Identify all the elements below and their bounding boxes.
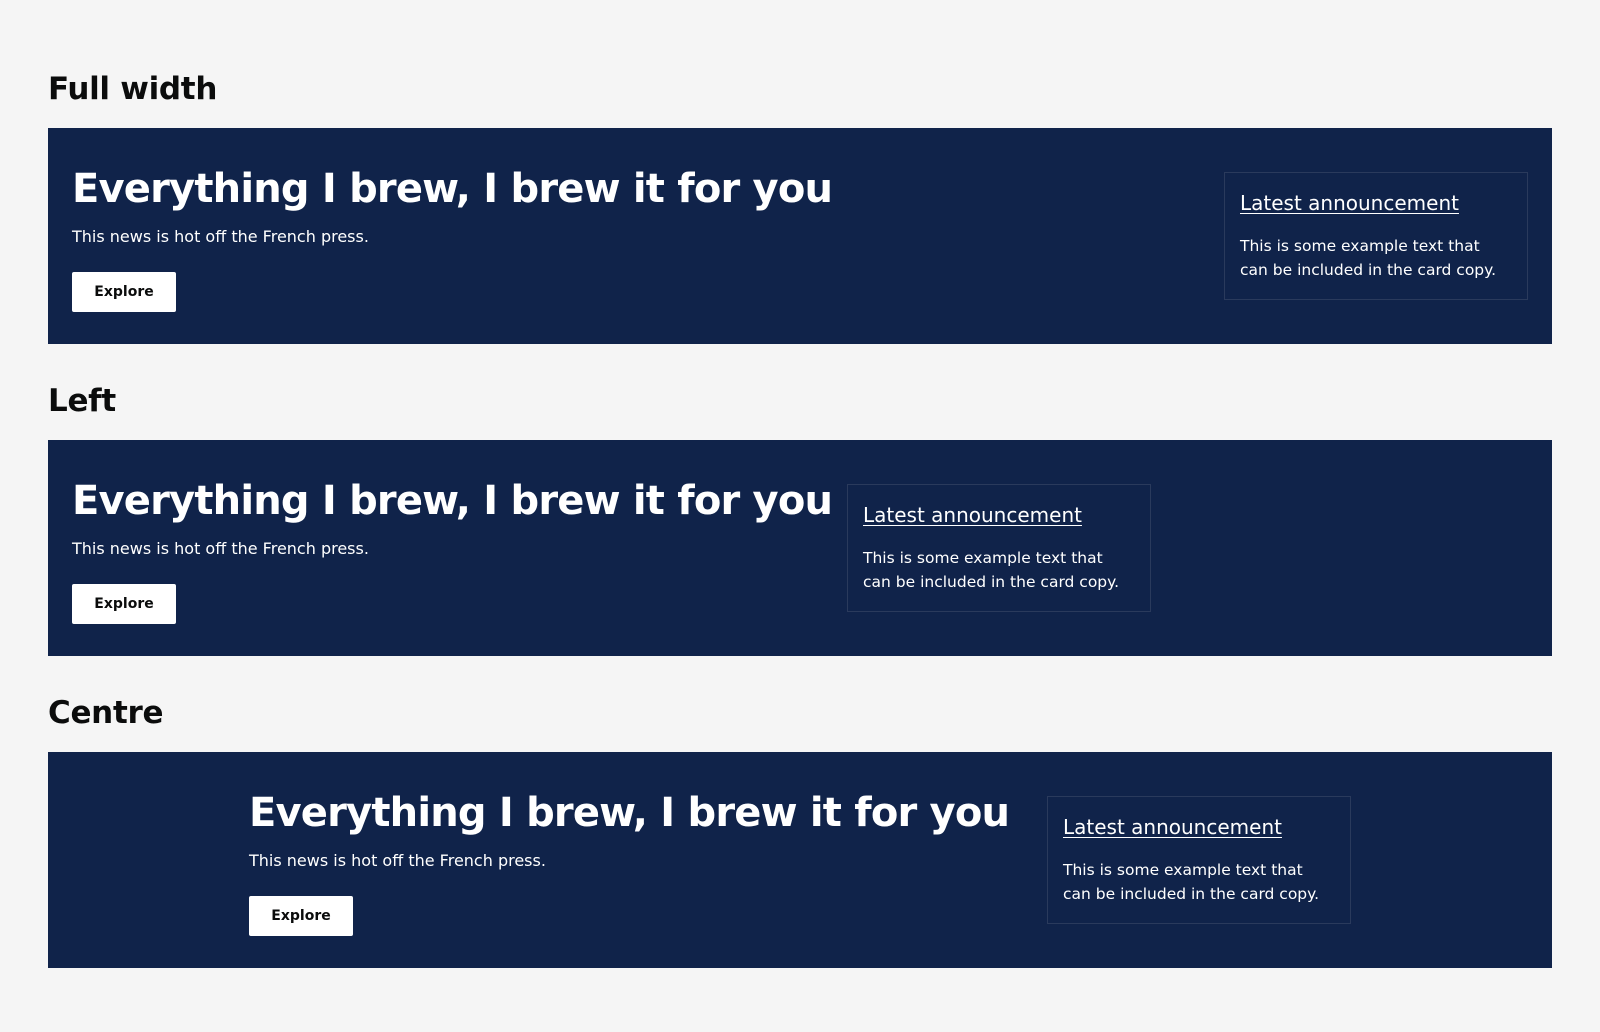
announcement-card: Latest announcement This is some example… [1224,172,1528,300]
explore-button[interactable]: Explore [72,272,176,312]
hero-banner-full-width: Everything I brew, I brew it for you Thi… [48,128,1552,344]
hero-banner-centre: Everything I brew, I brew it for you Thi… [48,752,1552,968]
hero-description: This news is hot off the French press. [249,851,546,870]
card-copy: This is some example text that can be in… [863,549,1120,592]
latest-announcement-link[interactable]: Latest announcement [1063,815,1335,839]
section-title-full-width: Full width [48,71,218,107]
hero-description: This news is hot off the French press. [72,227,369,246]
section-title-left: Left [48,383,116,419]
announcement-card: Latest announcement This is some example… [847,484,1151,612]
hero-heading: Everything I brew, I brew it for you [72,166,833,212]
explore-button[interactable]: Explore [249,896,353,936]
hero-heading: Everything I brew, I brew it for you [72,478,833,524]
card-copy: This is some example text that can be in… [1063,861,1320,904]
announcement-card: Latest announcement This is some example… [1047,796,1351,924]
hero-heading: Everything I brew, I brew it for you [249,790,1010,836]
hero-description: This news is hot off the French press. [72,539,369,558]
card-copy: This is some example text that can be in… [1240,237,1497,280]
latest-announcement-link[interactable]: Latest announcement [1240,191,1512,215]
section-title-centre: Centre [48,695,164,731]
hero-banner-left: Everything I brew, I brew it for you Thi… [48,440,1552,656]
latest-announcement-link[interactable]: Latest announcement [863,503,1135,527]
explore-button[interactable]: Explore [72,584,176,624]
